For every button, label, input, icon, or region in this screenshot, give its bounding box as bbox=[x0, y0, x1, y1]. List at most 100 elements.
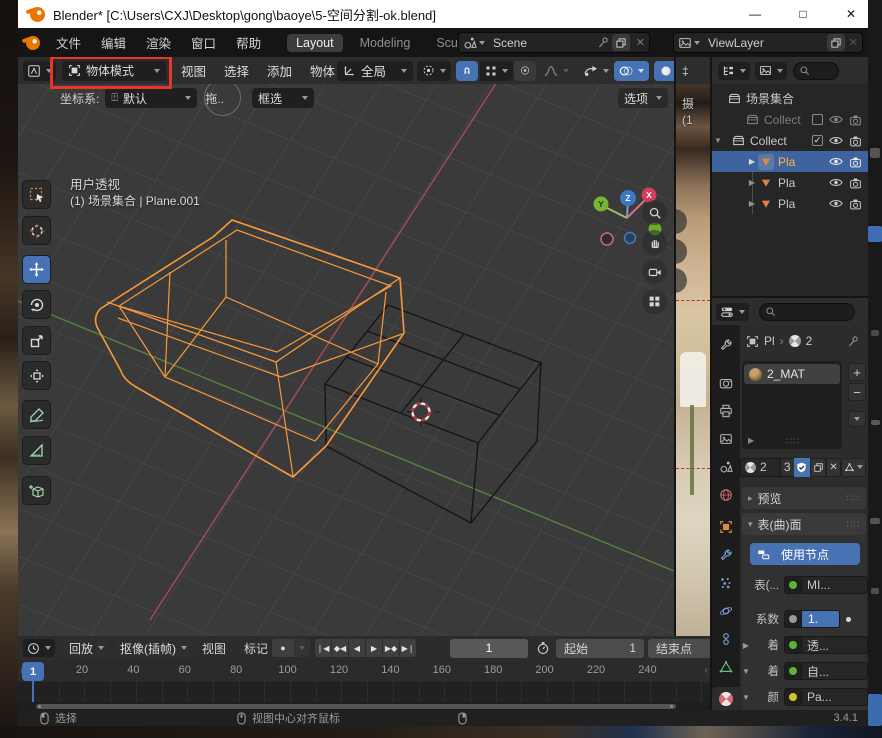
tab-world[interactable] bbox=[712, 483, 740, 507]
outliner-row-object[interactable]: ▶ Pla bbox=[712, 172, 868, 193]
menu-file[interactable]: 文件 bbox=[46, 28, 91, 57]
current-frame-field[interactable]: 1 bbox=[450, 639, 528, 658]
eye-icon[interactable] bbox=[829, 156, 843, 167]
minimize-button[interactable]: — bbox=[732, 0, 778, 28]
show-overlays-dropdown[interactable] bbox=[614, 61, 649, 81]
tool-annotate[interactable] bbox=[22, 400, 51, 429]
viewport-3d[interactable]: 物体模式 视图 选择 添加 物体 全局 bbox=[18, 57, 674, 636]
expand-icon[interactable]: ▶ bbox=[740, 641, 752, 650]
scrollbar-thumb[interactable] bbox=[36, 704, 676, 709]
unselected-object-wireframe[interactable] bbox=[325, 305, 541, 523]
tab-material[interactable] bbox=[712, 687, 740, 710]
close-button[interactable]: ✕ bbox=[828, 0, 868, 28]
scene-collection-label[interactable]: 场景集合 bbox=[746, 90, 794, 107]
outliner-display-dropdown[interactable] bbox=[718, 62, 750, 80]
breadcrumb-material[interactable]: 2 bbox=[806, 334, 813, 348]
animate-dot[interactable] bbox=[846, 617, 851, 622]
tool-add-cube[interactable] bbox=[22, 476, 51, 505]
keying-menu[interactable]: 抠像(插帧) bbox=[114, 639, 193, 658]
tool-cursor[interactable] bbox=[22, 216, 51, 245]
transform-orientation-dropdown[interactable]: 全局 bbox=[337, 61, 413, 81]
workspace-tab-layout[interactable]: Layout bbox=[287, 34, 343, 52]
menu-help[interactable]: 帮助 bbox=[226, 28, 271, 57]
playback-menu[interactable]: 回放 bbox=[63, 639, 110, 658]
camera-view-icon[interactable] bbox=[642, 259, 667, 284]
viewport-menu-add[interactable]: 添加 bbox=[258, 57, 301, 85]
timeline-menu-marker[interactable]: 标记 bbox=[235, 636, 277, 663]
workspace-tab-modeling[interactable]: Modeling bbox=[351, 34, 420, 52]
expand-icon[interactable]: ▶ bbox=[746, 178, 758, 187]
tab-modifiers[interactable] bbox=[712, 543, 740, 567]
coordinate-system-dropdown[interactable]: ⍐ 默认 bbox=[105, 88, 197, 108]
camera-render-icon[interactable] bbox=[849, 156, 862, 168]
fake-user-shield-button[interactable] bbox=[794, 458, 810, 477]
outliner-row-collection-excluded[interactable]: Collect bbox=[712, 109, 868, 130]
tool-scale[interactable] bbox=[22, 326, 51, 355]
new-scene-button[interactable] bbox=[612, 34, 630, 51]
object-label[interactable]: Pla bbox=[778, 176, 795, 190]
viewlayer-name[interactable]: ViewLayer bbox=[708, 36, 764, 50]
viewport-canvas[interactable] bbox=[18, 57, 674, 636]
auto-key-record-button[interactable]: ● bbox=[272, 639, 294, 657]
exclude-checkbox[interactable] bbox=[812, 114, 823, 125]
pin-icon[interactable] bbox=[597, 36, 610, 49]
material-slot-selected[interactable]: 2_MAT bbox=[744, 364, 840, 384]
properties-editor-type-dropdown[interactable] bbox=[716, 303, 749, 321]
outliner-search[interactable] bbox=[793, 62, 839, 80]
color-dropdown[interactable]: Pa... bbox=[784, 688, 868, 706]
outliner-row-scene-collection[interactable]: 场景集合 bbox=[712, 88, 868, 109]
maximize-button[interactable]: □ bbox=[780, 0, 826, 28]
use-nodes-button[interactable]: 使用节点 bbox=[750, 543, 860, 565]
panel-surface[interactable]: ▾ 表(曲)面 ∷∷ bbox=[742, 513, 866, 535]
jump-to-start-button[interactable]: ❘◀ bbox=[315, 639, 331, 657]
tab-tool[interactable] bbox=[712, 333, 740, 357]
tab-object[interactable] bbox=[712, 515, 740, 539]
viewport-menu-select[interactable]: 选择 bbox=[215, 57, 258, 85]
users-count-badge[interactable]: 3 bbox=[781, 458, 794, 477]
node-tree-dropdown[interactable] bbox=[841, 458, 866, 477]
shading-mode-button[interactable] bbox=[654, 61, 674, 81]
material-slot-list[interactable]: 2_MAT ▶ ∷∷ bbox=[742, 361, 842, 449]
camera-render-icon[interactable] bbox=[849, 135, 862, 147]
timeline-menu-view[interactable]: 视图 bbox=[193, 636, 235, 663]
title-bar[interactable]: Blender* [C:\Users\CXJ\Desktop\gong\baoy… bbox=[18, 0, 868, 28]
frame-start-field[interactable]: 起始 1 bbox=[556, 639, 644, 658]
timeline-editor-dropdown[interactable] bbox=[23, 639, 55, 657]
scene-name[interactable]: Scene bbox=[493, 36, 527, 50]
collection-label[interactable]: Collect bbox=[764, 113, 801, 127]
tab-physics[interactable] bbox=[712, 599, 740, 623]
outliner-filter-dropdown[interactable] bbox=[755, 62, 787, 80]
material-datablock-field[interactable]: 2 bbox=[740, 458, 781, 477]
strip-nav-icon[interactable] bbox=[676, 268, 687, 293]
pivot-point-dropdown[interactable] bbox=[417, 61, 451, 81]
eye-icon[interactable] bbox=[829, 177, 843, 188]
panel-grip[interactable]: ∷∷ bbox=[847, 493, 860, 504]
viewport-menu-view[interactable]: 视图 bbox=[172, 57, 215, 85]
new-material-button[interactable] bbox=[810, 458, 826, 477]
timeline-track[interactable] bbox=[18, 682, 710, 702]
gizmo-axis-neg-z[interactable] bbox=[625, 233, 636, 244]
outliner-row-object[interactable]: ▶ Pla bbox=[712, 193, 868, 214]
collapse-icon[interactable]: ▼ bbox=[740, 667, 752, 676]
options-dropdown[interactable]: 选项 bbox=[618, 88, 668, 108]
remove-viewlayer-button[interactable]: ✕ bbox=[845, 36, 862, 49]
panel-grip[interactable]: ∷∷ bbox=[847, 519, 860, 530]
object-label[interactable]: Pla bbox=[778, 155, 795, 169]
menu-window[interactable]: 窗口 bbox=[181, 28, 226, 57]
tab-particles[interactable] bbox=[712, 571, 740, 595]
unlink-scene-button[interactable]: ✕ bbox=[632, 36, 649, 49]
tab-view-layer[interactable] bbox=[712, 427, 740, 451]
factor-slider[interactable]: 1. bbox=[784, 610, 840, 628]
record-options-dropdown[interactable] bbox=[294, 639, 310, 657]
proportional-edit-toggle[interactable] bbox=[514, 61, 536, 81]
play-reverse-button[interactable]: ◀ bbox=[349, 639, 365, 657]
strip-nav-icon[interactable] bbox=[676, 239, 687, 264]
tool-select-box[interactable] bbox=[22, 180, 51, 209]
tool-rotate[interactable] bbox=[22, 290, 51, 319]
jump-to-end-button[interactable]: ▶❘ bbox=[400, 639, 416, 657]
breadcrumb-object[interactable]: Pl bbox=[764, 334, 775, 348]
timeline-scrollbar[interactable] bbox=[18, 702, 710, 710]
slot-list-grip[interactable]: ∷∷ bbox=[786, 436, 799, 447]
playhead-line[interactable] bbox=[32, 680, 34, 702]
viewlayer-selector[interactable]: ViewLayer ✕ bbox=[673, 32, 863, 53]
